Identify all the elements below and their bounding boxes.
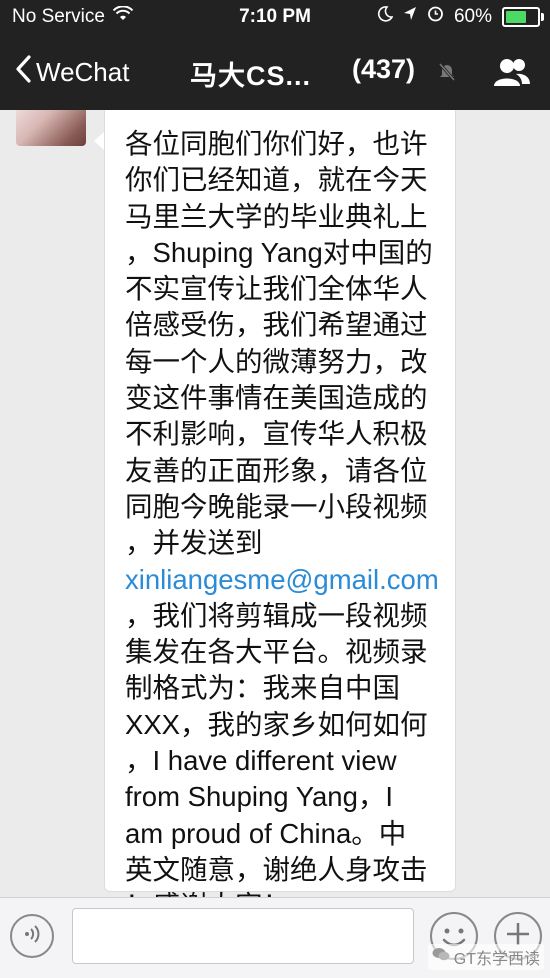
alarm-icon (427, 5, 444, 28)
message-line: am proud of China。中 (125, 817, 407, 849)
message-line: ，I have different view (125, 745, 397, 777)
battery-percent: 60% (453, 5, 492, 27)
watermark-text: GT东学西读 (453, 951, 540, 968)
mute-icon (438, 62, 456, 87)
voice-icon (22, 923, 42, 950)
message-line: from Shuping Yang，I (125, 781, 394, 813)
message-line: 同胞今晚能录一小段视频 (125, 490, 428, 522)
message-line: ，我们将剪辑成一段视频 (125, 599, 428, 631)
wechat-logo-icon (432, 947, 450, 967)
message-line: ，Shuping Yang对中国的 (125, 236, 433, 268)
message-line: ！感谢大家！ (125, 888, 445, 897)
avatar[interactable] (16, 110, 86, 146)
message-count: (437) (352, 54, 416, 84)
input-bar: GT东学西读 (0, 897, 550, 978)
message-line: 友善的正面形象，请各位 (125, 454, 428, 486)
back-button[interactable]: WeChat (14, 54, 129, 91)
message-line: 各位同胞们你们好，也许 (125, 128, 428, 159)
message-line: 马里兰大学的毕业典礼上 (125, 200, 428, 232)
nav-bar: WeChat 马大CS... (437) (0, 36, 550, 110)
message-input[interactable] (72, 908, 414, 964)
message-line: 每一个人的微薄努力，改 (125, 345, 428, 377)
moon-icon (377, 5, 394, 28)
message-line: 不利影响，宣传华人积极 (125, 418, 428, 450)
battery-icon (502, 6, 544, 27)
battery-fill (506, 10, 527, 23)
status-bar: No Service 7:10 PM 60% (0, 0, 550, 36)
message-line: XXX，我的家乡如何如何 (125, 708, 428, 740)
back-chevron-icon (14, 54, 36, 91)
email-link[interactable]: xinliangesme@gmail.com (125, 562, 445, 598)
back-label: WeChat (36, 57, 130, 87)
contacts-icon[interactable] (492, 56, 532, 93)
voice-button[interactable] (10, 914, 54, 958)
chat-title[interactable]: 马大CS... (190, 54, 311, 93)
status-right: 60% (377, 5, 544, 28)
message-line: 不实宣传让我们全体华人 (125, 273, 428, 305)
message-line: 制格式为：我来自中国 (125, 672, 400, 704)
message-line: ，并发送到 (125, 527, 263, 559)
message-line: 你们已经知道，就在今天 (125, 164, 428, 196)
location-icon (403, 6, 417, 28)
bubble-tail (94, 132, 104, 150)
message-line: 集发在各大平台。视频录 (125, 636, 428, 668)
message-line: 变这件事情在美国造成的 (125, 382, 428, 414)
message-bubble[interactable]: 各位同胞们你们好，也许 你们已经知道，就在今天 马里兰大学的毕业典礼上 ，Shu… (104, 110, 456, 897)
message-line: 英文随意，谢绝人身攻击 (125, 853, 428, 885)
chat-area[interactable]: 各位同胞们你们好，也许 你们已经知道，就在今天 马里兰大学的毕业典礼上 ，Shu… (0, 110, 550, 897)
message-line: 倍感受伤，我们希望通过 (125, 309, 428, 341)
watermark: GT东学西读 (427, 944, 544, 970)
